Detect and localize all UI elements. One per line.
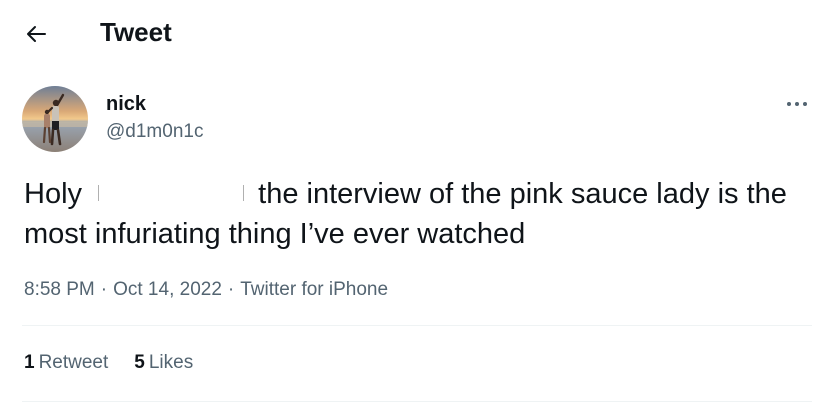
tweet-date[interactable]: Oct 14, 2022 <box>113 279 222 300</box>
profile-photo <box>22 86 88 152</box>
likes-count: 5 <box>134 352 145 373</box>
separator: · <box>100 279 108 300</box>
author-display-name[interactable]: nick <box>106 92 146 116</box>
tweet-metadata: 8:58 PM · Oct 14, 2022 · Twitter for iPhone <box>24 278 388 302</box>
tweet-time[interactable]: 8:58 PM <box>24 279 95 300</box>
likes-label: Likes <box>148 352 194 373</box>
tweet-text-start: Holy <box>24 178 83 210</box>
divider <box>22 401 812 402</box>
more-horizontal-icon <box>787 102 807 106</box>
avatar[interactable] <box>22 86 88 152</box>
tweet-source[interactable]: Twitter for iPhone <box>240 279 388 300</box>
author-handle[interactable]: @d1m0n1c <box>106 120 203 144</box>
separator: · <box>227 279 235 300</box>
retweets-stat[interactable]: 1 Retweet <box>24 351 108 375</box>
more-options-button[interactable] <box>782 92 812 116</box>
redacted-text-block <box>90 177 251 207</box>
retweets-count: 1 <box>24 352 35 373</box>
divider <box>22 325 812 326</box>
arrow-left-icon <box>27 26 46 42</box>
tweet-stats: 1 Retweet 5 Likes <box>24 351 219 375</box>
likes-stat[interactable]: 5 Likes <box>134 351 193 375</box>
header: Tweet <box>0 0 840 64</box>
back-button[interactable] <box>20 18 52 50</box>
retweets-label: Retweet <box>38 352 109 373</box>
page-title: Tweet <box>100 17 172 47</box>
tweet-text: Holy the interview of the pink sauce lad… <box>24 174 814 254</box>
